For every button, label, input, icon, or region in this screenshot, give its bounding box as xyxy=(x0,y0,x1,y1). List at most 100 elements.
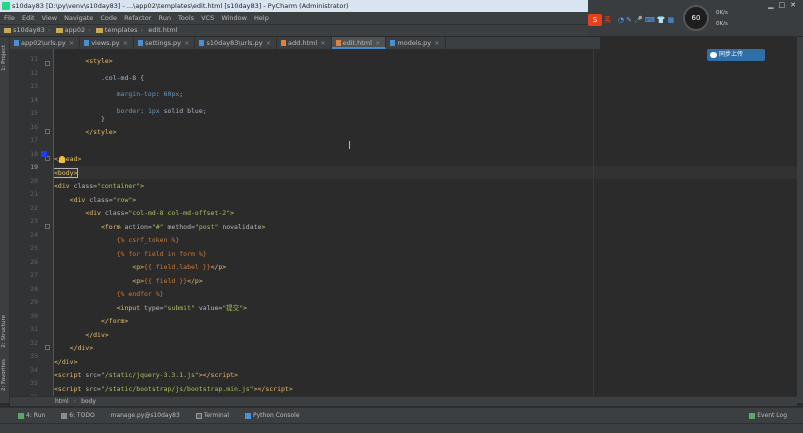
line-number: 21 xyxy=(30,190,38,198)
line-number: 28 xyxy=(30,284,38,293)
menu-refactor[interactable]: Refactor xyxy=(124,14,151,22)
project-tool-button[interactable]: 1: Project xyxy=(1,45,7,71)
python-console-icon xyxy=(245,412,251,419)
close-icon[interactable]: × xyxy=(434,39,439,47)
close-icon[interactable]: × xyxy=(375,39,380,47)
todo-tool-button[interactable]: 6: TODO xyxy=(61,412,95,419)
color-preview-icon xyxy=(41,151,47,157)
tab-s10day83-urls[interactable]: s10day83\urls.py × xyxy=(195,37,278,49)
code-line: <p>{{ field }}</p> xyxy=(132,277,203,285)
python-console-tool-button[interactable]: Python Console xyxy=(245,412,300,419)
code-line: <style> xyxy=(85,57,113,65)
line-number: 34 xyxy=(30,365,38,374)
menu-help[interactable]: Help xyxy=(254,14,269,22)
tab-models[interactable]: models.py × xyxy=(386,37,446,49)
line-number: 30 xyxy=(30,311,38,320)
tab-edit-html[interactable]: edit.html × xyxy=(331,37,387,49)
line-number: 31 xyxy=(30,325,38,333)
menu-tools[interactable]: Tools xyxy=(178,14,194,22)
code-editor[interactable]: <style> .col-md-8 { margin-top: 60px; bo… xyxy=(54,49,797,396)
cloud-icon xyxy=(710,52,717,58)
code-line: {% endfor %} xyxy=(116,290,164,298)
ime-toolbar-icons[interactable]: ◔✎🎤⌨👕▦ xyxy=(618,16,676,24)
fold-marker-icon[interactable] xyxy=(45,129,50,134)
tab-app02-urls[interactable]: app02\urls.py × xyxy=(10,37,81,49)
menu-edit[interactable]: Edit xyxy=(22,14,35,22)
terminal-icon xyxy=(195,412,202,419)
python-console-tool-label: Python Console xyxy=(253,412,300,419)
menu-run[interactable]: Run xyxy=(158,14,170,22)
tab-settings[interactable]: settings.py × xyxy=(134,37,196,49)
tab-views[interactable]: views.py × xyxy=(80,37,135,49)
favorites-tool-button[interactable]: 2: Favorites xyxy=(1,359,7,391)
line-number: 32 xyxy=(30,338,38,347)
manage-py-tool-label: manage.py@s10day83 xyxy=(110,412,180,419)
code-line: <p>{{ field.label }}</p> xyxy=(132,263,227,271)
pycharm-icon xyxy=(2,2,10,10)
mouse-ibeam-cursor xyxy=(349,141,350,149)
code-line: .col-md-8 { xyxy=(100,74,145,82)
tab-label: add.html xyxy=(288,39,318,47)
code-line: </style> xyxy=(85,128,117,136)
sync-upload-button[interactable]: 同步上传 xyxy=(707,49,765,61)
tab-add-html[interactable]: add.html × xyxy=(277,37,332,49)
fold-marker-icon[interactable] xyxy=(45,345,50,350)
fold-marker-icon[interactable] xyxy=(45,61,50,66)
python-file-icon xyxy=(138,40,144,46)
nav-crumb-project[interactable]: s10day83 xyxy=(13,26,45,34)
nav-crumb-app[interactable]: app02 xyxy=(65,26,86,34)
intention-bulb-icon[interactable] xyxy=(59,156,65,163)
chevron-right-icon: › xyxy=(47,26,51,34)
code-line: <body> xyxy=(54,168,79,178)
ime-mode-label[interactable]: 英 xyxy=(604,15,611,25)
line-number-gutter[interactable]: 11 12 13 14 15 16 17 18 19 20 21 22 23 24 25 26 27 28 29 30… xyxy=(10,49,54,401)
menu-code[interactable]: Code xyxy=(100,14,117,22)
close-icon[interactable]: × xyxy=(184,39,189,47)
event-log-label: Event Log xyxy=(757,412,787,419)
code-line: </div> xyxy=(69,344,94,352)
folder-icon xyxy=(55,27,63,33)
terminal-tool-button[interactable]: Terminal xyxy=(195,412,229,419)
manage-py-tool-button[interactable]: manage.py@s10day83 xyxy=(111,412,180,419)
nav-crumb-file[interactable]: edit.html xyxy=(148,26,177,34)
code-crumb-html[interactable]: html xyxy=(55,398,69,405)
line-number: 18 xyxy=(30,149,38,158)
tab-label: settings.py xyxy=(145,39,182,47)
line-number: 12 xyxy=(30,68,38,77)
menu-vcs[interactable]: VCS xyxy=(201,14,214,22)
event-log-button[interactable]: Event Log xyxy=(749,408,787,424)
close-icon[interactable]: × xyxy=(69,39,74,47)
right-tool-strip xyxy=(797,37,803,403)
code-line: <script src="/static/jquery-3.3.1.js"></… xyxy=(54,371,238,379)
code-line: <div class="row"> xyxy=(69,196,137,204)
line-number: 35 xyxy=(30,379,38,387)
code-crumb-body[interactable]: body xyxy=(81,398,96,405)
right-margin-guide xyxy=(593,49,594,396)
code-line: <div class="container"> xyxy=(54,182,145,190)
close-icon[interactable]: × xyxy=(266,39,271,47)
system-tray: S 英 ◔✎🎤⌨👕▦ 60 0K/s 0K/s ▁□✕ xyxy=(588,0,803,36)
net-down: 0K/s xyxy=(716,21,728,27)
sogou-ime-icon[interactable]: S xyxy=(588,14,602,26)
code-line: <script src="/static/bootstrap/js/bootst… xyxy=(54,385,293,393)
html-file-icon xyxy=(335,40,341,46)
tab-label: app02\urls.py xyxy=(21,39,66,47)
run-tool-label: 4: Run xyxy=(26,412,46,419)
menu-file[interactable]: File xyxy=(4,14,15,22)
close-icon[interactable]: × xyxy=(123,39,128,47)
menu-view[interactable]: View xyxy=(42,14,57,22)
code-line: <form action="#" method="post" novalidat… xyxy=(100,223,266,231)
line-number: 20 xyxy=(30,176,38,185)
chevron-right-icon: › xyxy=(140,26,144,34)
window-controls[interactable]: ▁□✕ xyxy=(768,1,801,9)
close-icon[interactable]: × xyxy=(320,39,325,47)
line-number: 11 xyxy=(30,55,38,63)
fold-marker-icon[interactable] xyxy=(45,224,50,229)
nav-crumb-templates[interactable]: templates xyxy=(105,26,138,34)
status-bar xyxy=(0,423,803,433)
menu-window[interactable]: Window xyxy=(221,14,247,22)
structure-tool-button[interactable]: 2: Structure xyxy=(1,315,7,348)
line-number: 22 xyxy=(30,203,38,212)
run-tool-button[interactable]: 4: Run xyxy=(18,412,45,419)
menu-navigate[interactable]: Navigate xyxy=(64,14,93,22)
